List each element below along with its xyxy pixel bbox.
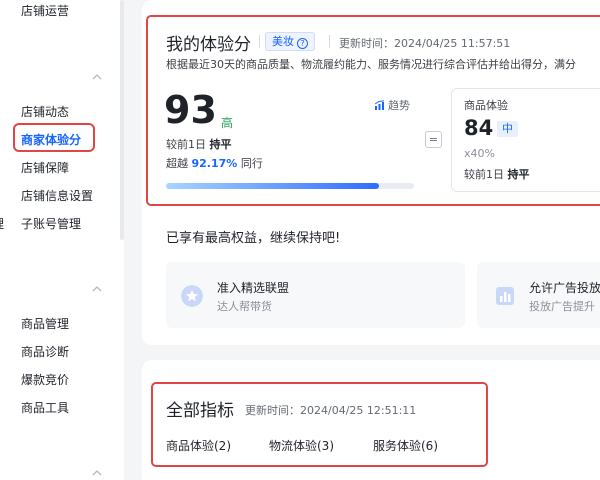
benefit-card-selected-alliance[interactable] [166, 262, 465, 328]
sidebar-item-store-guarantee[interactable]: 店铺保障 [21, 159, 69, 176]
benefits-title: 已享有最高权益，继续保持吧! [166, 231, 341, 246]
ad-chart-icon [496, 287, 514, 305]
sidebar-item-hot-item-bidding[interactable]: 爆款竞价 [21, 371, 69, 388]
benefit-subtitle: 投放广告提升 [529, 300, 595, 313]
score-highlight-box [146, 15, 600, 206]
sidebar-item-sub-account-management[interactable]: 子账号管理 [21, 215, 81, 232]
sidebar: 店铺运营 店铺动态 商家体验分 店铺保障 店铺信息设置 理 子账号管理 商品管理… [0, 0, 124, 480]
chevron-up-icon[interactable] [92, 468, 102, 478]
benefit-subtitle: 达人帮带货 [217, 300, 272, 313]
benefit-title: 允许广告投放 [529, 281, 600, 295]
sidebar-item-store-info-settings[interactable]: 店铺信息设置 [21, 187, 93, 204]
sidebar-item-merchant-experience-score[interactable]: 商家体验分 [21, 131, 81, 148]
sidebar-item-store-dynamics[interactable]: 店铺动态 [21, 103, 69, 120]
sidebar-item-store-operations[interactable]: 店铺运营 [21, 2, 69, 19]
benefit-title: 准入精选联盟 [217, 281, 290, 295]
sidebar-item-product-management[interactable]: 商品管理 [21, 315, 69, 332]
chevron-up-icon[interactable] [92, 72, 102, 82]
sidebar-item-product-tools[interactable]: 商品工具 [21, 399, 69, 416]
metrics-highlight-box [151, 382, 488, 467]
sidebar-item-clipped[interactable]: 理 [0, 215, 4, 232]
star-icon [181, 285, 203, 307]
sidebar-item-product-diagnosis[interactable]: 商品诊断 [21, 343, 69, 360]
chevron-up-icon[interactable] [92, 284, 102, 294]
